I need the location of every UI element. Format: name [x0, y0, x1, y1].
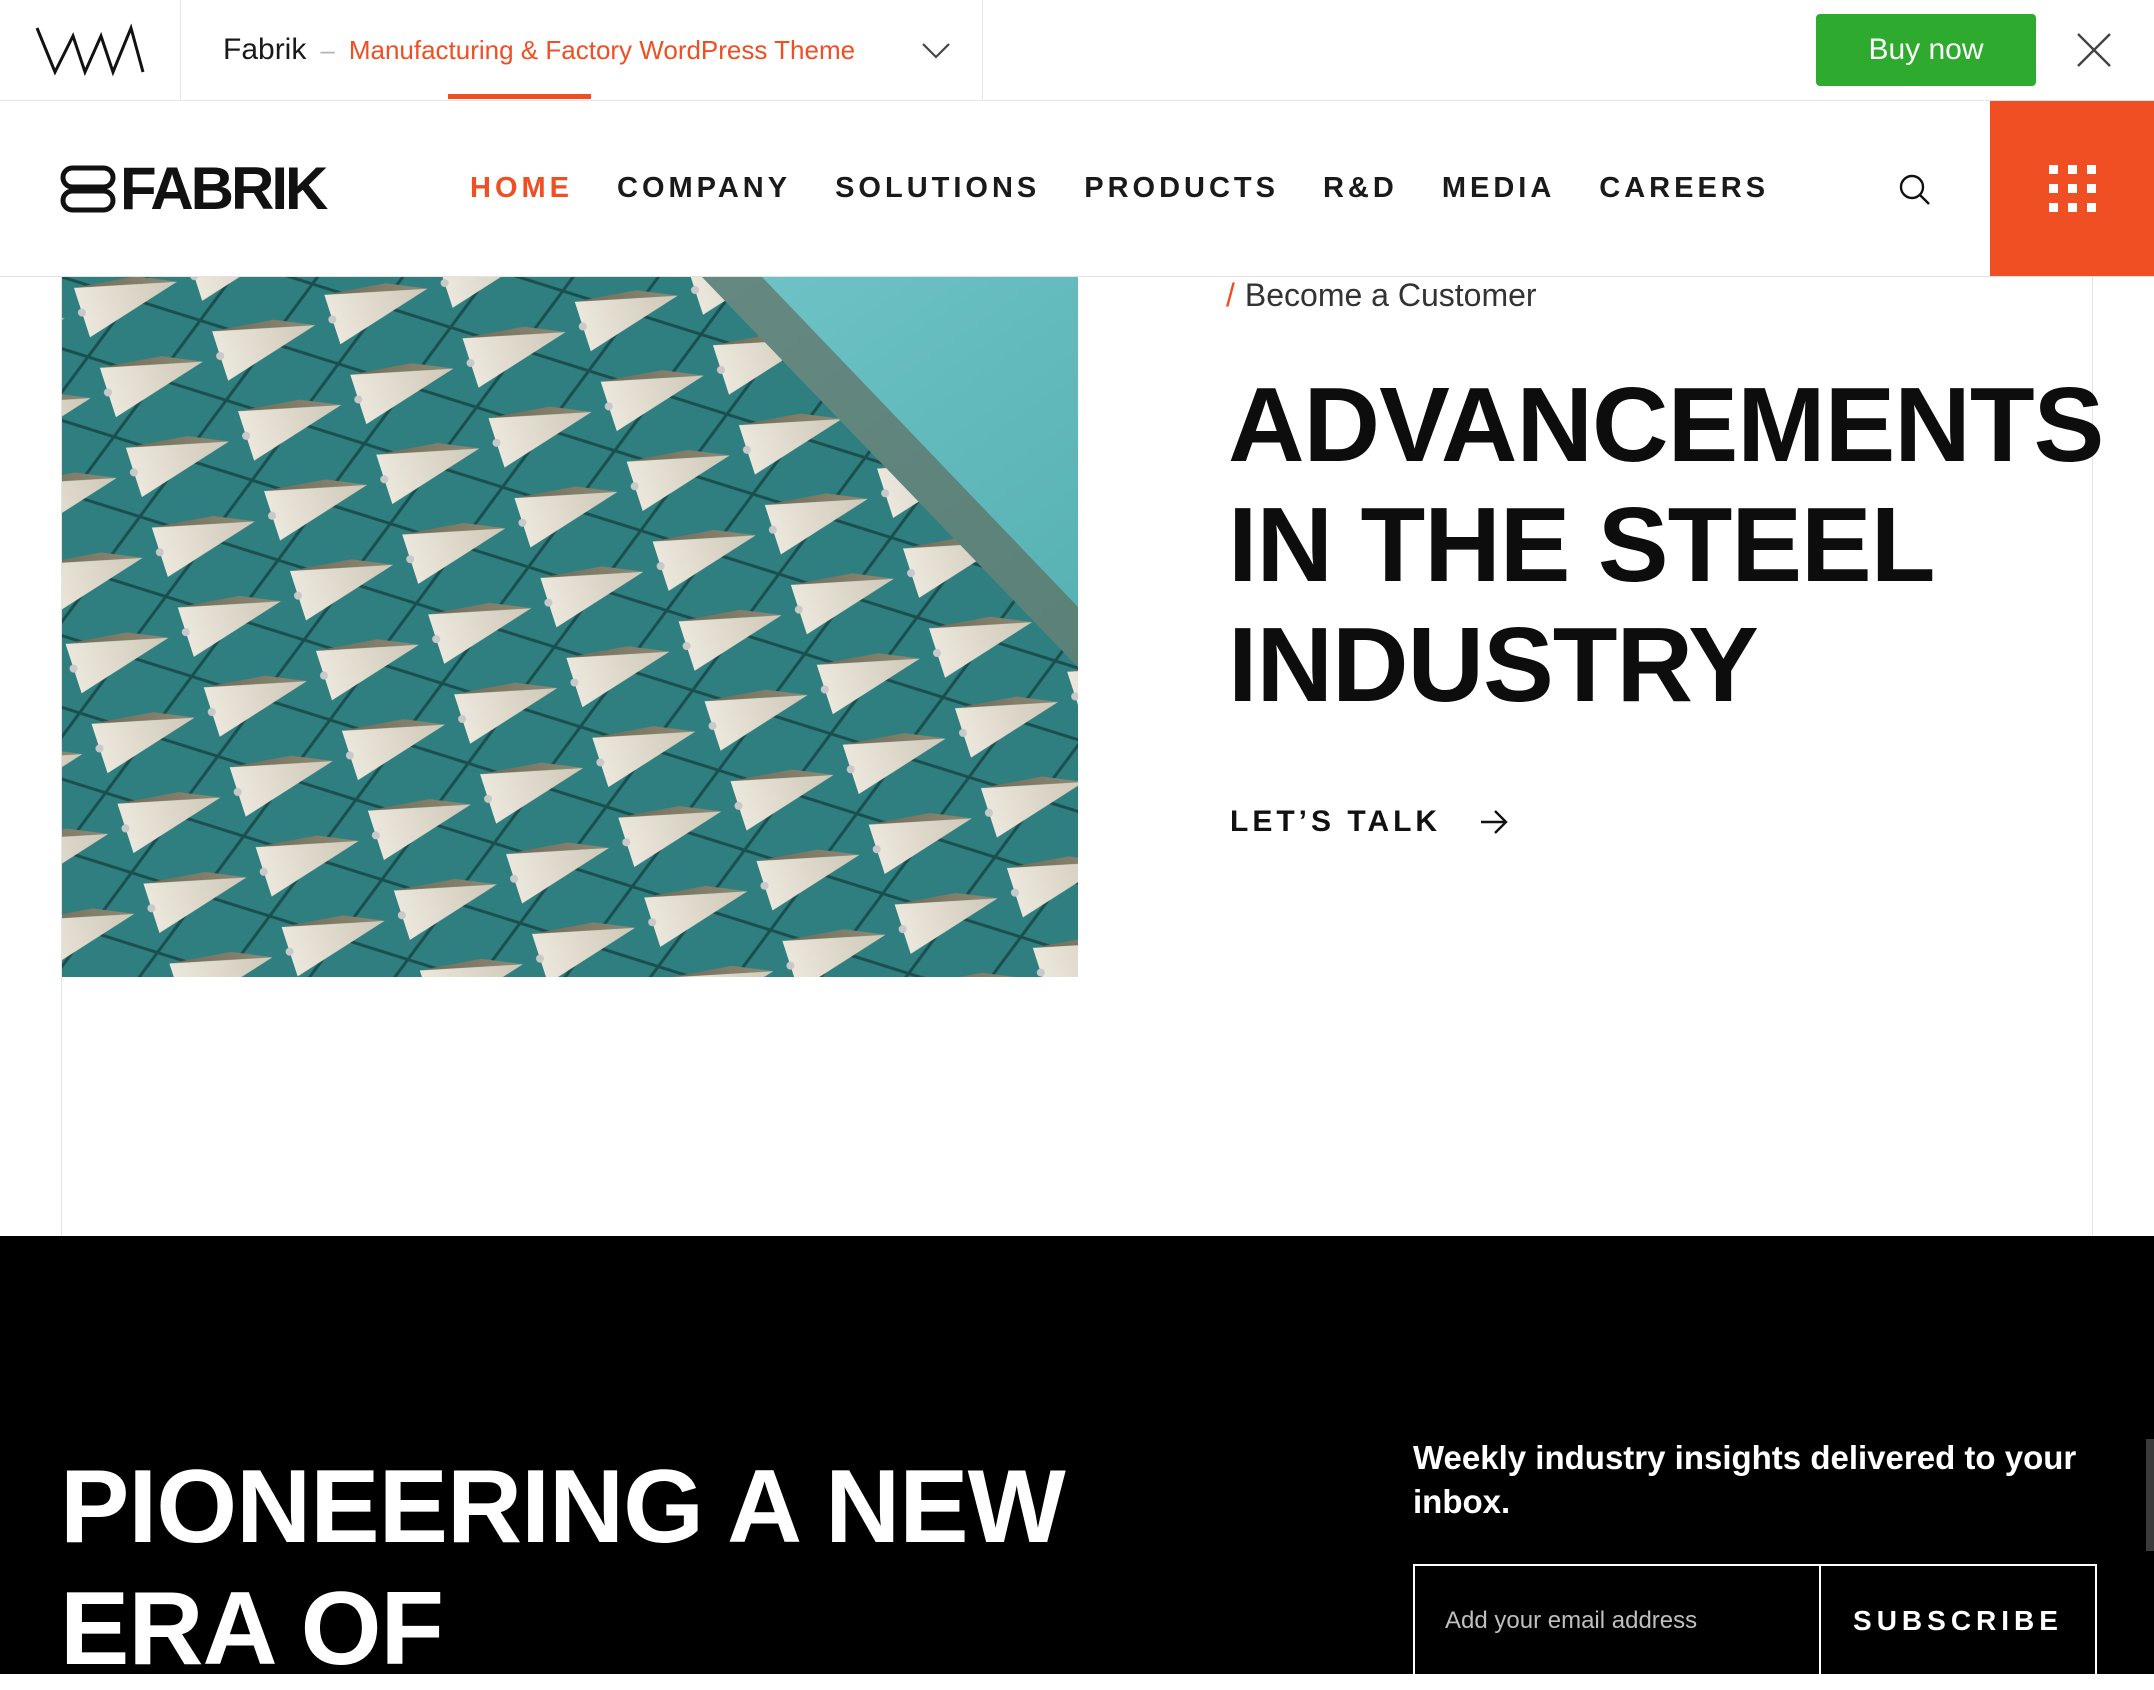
scrollbar-thumb[interactable]	[2146, 1439, 2154, 1551]
theme-description: Manufacturing & Factory WordPress Theme	[348, 34, 856, 65]
chevron-down-icon[interactable]	[920, 34, 952, 66]
hero-title-line-3: INDUSTRY	[1228, 606, 1759, 724]
nav-media[interactable]: MEDIA	[1442, 172, 1555, 205]
theme-separator: –	[320, 34, 335, 65]
eyebrow-slash: /	[1226, 277, 1235, 313]
preview-bar: Fabrik – Manufacturing & Factory WordPre…	[0, 0, 2154, 101]
nav-company[interactable]: COMPANY	[617, 172, 791, 205]
vamtam-logo-icon	[35, 23, 145, 77]
newsletter-text: Weekly industry insights delivered to yo…	[1413, 1439, 2077, 1520]
section-title-line-1: PIONEERING A NEW	[60, 1449, 1066, 1565]
nav-careers[interactable]: CAREERS	[1599, 172, 1769, 205]
theme-name: Fabrik	[223, 33, 307, 66]
eyebrow-text: Become a Customer	[1244, 277, 1537, 313]
theme-switcher[interactable]: Fabrik – Manufacturing & Factory WordPre…	[181, 0, 983, 100]
nav-rnd[interactable]: R&D	[1323, 172, 1398, 205]
lets-talk-link[interactable]: LET’S TALK	[1230, 805, 1509, 839]
hero-eyebrow: / Become a Customer	[1226, 277, 1537, 314]
dark-section: PIONEERING A NEW ERA OF Weekly industry …	[0, 1236, 2154, 1687]
section-title-line-2: ERA OF	[60, 1571, 444, 1687]
hero-image	[62, 277, 1078, 977]
brand-name: FABRIK	[120, 155, 328, 222]
hero-section: / Become a Customer ADVANCEMENTS IN THE S…	[0, 277, 2154, 1236]
email-field[interactable]	[1415, 1566, 1821, 1676]
vamtam-logo[interactable]	[0, 0, 181, 100]
search-icon[interactable]	[1898, 173, 1932, 207]
brand-logo[interactable]: FABRIK	[60, 159, 328, 219]
arrow-right-icon	[1481, 810, 1508, 834]
architecture-photo	[62, 277, 1078, 977]
fabrik-logo-icon	[60, 165, 116, 213]
close-icon[interactable]	[2072, 28, 2116, 72]
nav-solutions[interactable]: SOLUTIONS	[835, 172, 1040, 205]
section-title: PIONEERING A NEW ERA OF	[60, 1446, 1066, 1690]
nav-products[interactable]: PRODUCTS	[1084, 172, 1279, 205]
buy-now-button[interactable]: Buy now	[1816, 14, 2036, 86]
main-nav: HOME COMPANY SOLUTIONS PRODUCTS R&D MEDI…	[448, 94, 1813, 276]
cta-label: LET’S TALK	[1230, 805, 1442, 838]
hero-title-line-1: ADVANCEMENTS	[1228, 366, 2104, 484]
newsletter-form: SUBSCRIBE	[1413, 1564, 2097, 1676]
hero-title-line-2: IN THE STEEL	[1228, 486, 1936, 604]
hero-title: ADVANCEMENTS IN THE STEEL INDUSTRY	[1228, 365, 2104, 725]
nav-home[interactable]: HOME	[448, 94, 591, 205]
subscribe-button[interactable]: SUBSCRIBE	[1821, 1566, 2095, 1676]
site-header: FABRIK HOME COMPANY SOLUTIONS PRODUCTS R…	[0, 94, 2154, 277]
grid-menu-icon[interactable]	[1990, 101, 2154, 276]
